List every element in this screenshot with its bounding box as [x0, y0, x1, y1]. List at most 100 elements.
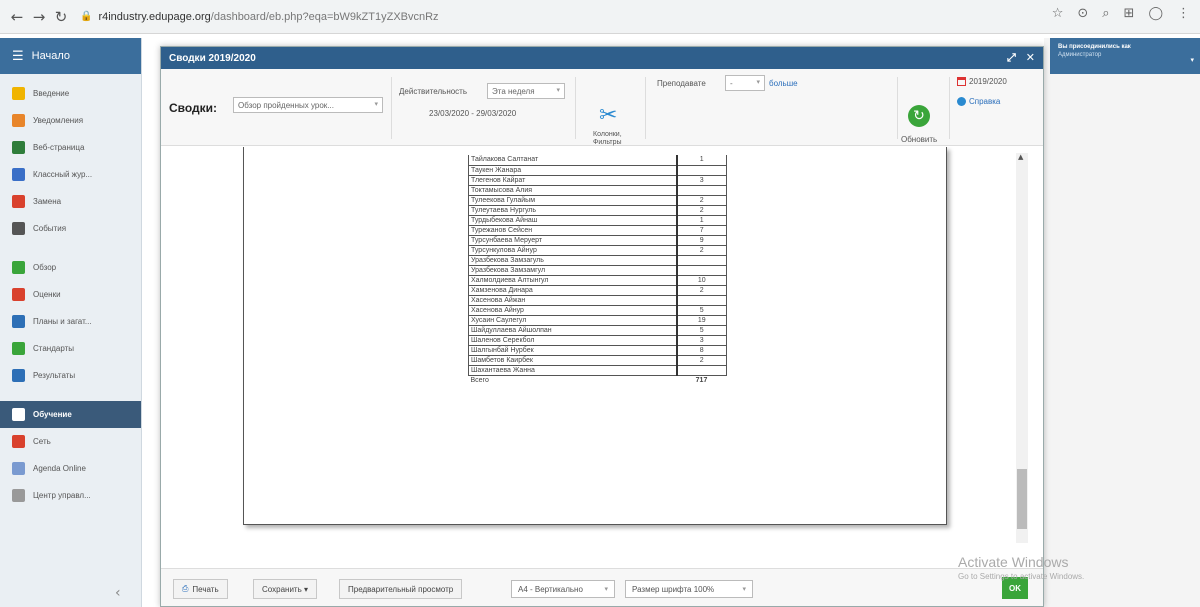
lessons-table: Тайлакова Салтанат 1 Таукен Жанара Тлегенов… [468, 155, 727, 385]
sidebar-item[interactable]: Стандарты [0, 335, 141, 362]
gear-icon [12, 489, 25, 502]
teacher-select[interactable]: - ▾ [725, 75, 765, 91]
refresh-icon[interactable]: ↻ [908, 105, 930, 127]
lesson-count: 5 [676, 325, 727, 336]
summaries-modal: Сводки 2019/2020 ⤢ ✕ Сводки: Обзор пройд… [160, 46, 1044, 607]
extension-icon[interactable]: ⊙ [1077, 6, 1088, 21]
agenda-icon [12, 462, 25, 475]
sidebar-item-label: Стандарты [33, 344, 75, 353]
vertical-scrollbar[interactable]: ▲ [1016, 153, 1028, 543]
date-range[interactable]: 23/03/2020 - 29/03/2020 [429, 109, 516, 118]
table-row: Хамзенова Динара 2 [468, 285, 727, 296]
school-year[interactable]: 2019/2020 [969, 77, 1007, 86]
close-icon[interactable]: ✕ [1026, 51, 1035, 65]
student-name: Уразбекова Замзагуль [468, 255, 678, 266]
sidebar-item[interactable]: Сеть [0, 428, 141, 455]
sidebar-item[interactable]: Уведомления [0, 107, 141, 134]
table-row: Уразбекова Замзамгул [468, 265, 727, 276]
learning-icon [12, 408, 25, 421]
sidebar-item[interactable]: Замена [0, 188, 141, 215]
report-preview: Тайлакова Салтанат 1 Таукен Жанара Тлегенов… [161, 147, 1043, 567]
summaries-label: Сводки: [169, 101, 218, 115]
table-row: Хусаин Саулегул 19 [468, 315, 727, 326]
more-link[interactable]: больше [769, 79, 798, 88]
sidebar-item[interactable]: Оценки [0, 281, 141, 308]
user-box[interactable]: Вы присоединились как Администратор ▾ [1050, 38, 1200, 74]
sidebar-home[interactable]: ☰ Начало [0, 38, 141, 74]
lesson-count: 9 [676, 235, 727, 246]
period-value: Эта неделя [492, 87, 535, 96]
sidebar-item-label: Планы и загат... [33, 317, 92, 326]
shield-icon [12, 342, 25, 355]
watermark-subtitle: Go to Settings to activate Windows. [958, 572, 1085, 581]
sidebar-item[interactable]: События [0, 215, 141, 242]
table-row: Шамбетов Каирбек 2 [468, 355, 727, 366]
table-row: Тулеутаева Нургуль 2 [468, 205, 727, 216]
scrollbar-thumb[interactable] [1017, 469, 1027, 529]
font-size-select[interactable]: Размер шрифта 100% ▾ [625, 580, 753, 598]
lesson-count: 3 [676, 335, 727, 346]
sidebar: ☰ Начало Введение Уведомления Веб-страница… [0, 38, 142, 607]
sidebar-item[interactable]: Agenda Online [0, 455, 141, 482]
sidebar-item-label: Agenda Online [33, 464, 86, 473]
sidebar-item-label: Сеть [33, 437, 51, 446]
page-format-value: А4 - Вертикально [518, 584, 583, 594]
sidebar-item[interactable]: Веб-страница [0, 134, 141, 161]
chevron-down-icon: ▾ [556, 86, 560, 94]
page-format-select[interactable]: А4 - Вертикально ▾ [511, 580, 615, 598]
lesson-count: 19 [676, 315, 727, 326]
preview-button[interactable]: Предварительный просмотр [339, 579, 463, 599]
back-icon[interactable]: ← [6, 6, 28, 28]
search-icon[interactable]: ⌕ [1102, 6, 1109, 21]
font-size-value: Размер шрифта 100% [632, 584, 715, 594]
expand-icon[interactable]: ⤢ [1007, 51, 1016, 65]
sidebar-item-label: Классный жур... [33, 170, 93, 179]
lesson-count: 1 [676, 155, 727, 166]
scroll-up-icon[interactable]: ▲ [1018, 153, 1023, 161]
sidebar-item[interactable]: Обучение [0, 401, 141, 428]
columns-label[interactable]: Колонки, [593, 131, 622, 138]
save-button[interactable]: Сохранить ▾ [253, 579, 317, 599]
collapse-icon[interactable]: ‹ [115, 585, 121, 601]
results-icon [12, 369, 25, 382]
chevron-down-icon: ▾ [756, 78, 760, 86]
menu-icon[interactable]: ⋮ [1177, 6, 1190, 21]
period-select[interactable]: Эта неделя ▾ [487, 83, 565, 99]
url-path: /dashboard/eb.php?eqa=bW9kZT1yZXBvcnRz [210, 10, 439, 23]
extension-icon-2[interactable]: ⊞ [1124, 6, 1135, 21]
help-link[interactable]: Справка [969, 97, 1000, 106]
hamburger-icon[interactable]: ☰ [12, 49, 24, 64]
sidebar-item[interactable]: Планы и загат... [0, 308, 141, 335]
forward-icon[interactable]: → [28, 6, 50, 28]
student-name: Хасенова Айнур [468, 305, 678, 316]
table-row: Турсункулова Айнур 2 [468, 245, 727, 256]
lesson-count: 10 [676, 275, 727, 286]
sidebar-home-label: Начало [31, 50, 70, 62]
sidebar-item[interactable]: Классный жур... [0, 161, 141, 188]
activity-label: Действительность [399, 87, 468, 96]
summary-type-value: Обзор пройденных урок... [238, 101, 334, 110]
refresh-label[interactable]: Обновить [901, 135, 937, 144]
chevron-down-icon: ▾ [374, 100, 378, 108]
sidebar-item[interactable]: Центр управл... [0, 482, 141, 509]
chevron-down-icon[interactable]: ▾ [1190, 56, 1194, 64]
profile-icon[interactable]: ◯ [1148, 6, 1163, 21]
reload-icon[interactable]: ↻ [50, 6, 72, 28]
lesson-count: 1 [676, 215, 727, 226]
student-name: Шаленов Серекбол [468, 335, 678, 346]
print-button[interactable]: ⎙ Печать [173, 579, 228, 599]
columns-filters-icon[interactable]: ✂ [599, 104, 623, 128]
address-bar[interactable]: 🔒 r4industry.edupage.org/dashboard/eb.ph… [80, 5, 439, 29]
table-row: Халмолдиева Алтынгул 10 [468, 275, 727, 286]
student-name: Уразбекова Замзамгул [468, 265, 678, 276]
table-row: Тлегенов Кайрат 3 [468, 175, 727, 186]
filters-label[interactable]: Фильтры [593, 139, 622, 146]
save-label: Сохранить ▾ [262, 584, 308, 594]
summary-type-select[interactable]: Обзор пройденных урок... ▾ [233, 97, 383, 113]
sidebar-item[interactable]: Введение [0, 80, 141, 107]
bookmark-star-icon[interactable]: ☆ [1052, 6, 1064, 21]
sidebar-item[interactable]: Результаты [0, 362, 141, 389]
sidebar-item[interactable]: Обзор [0, 254, 141, 281]
sidebar-item-label: Замена [33, 197, 62, 206]
